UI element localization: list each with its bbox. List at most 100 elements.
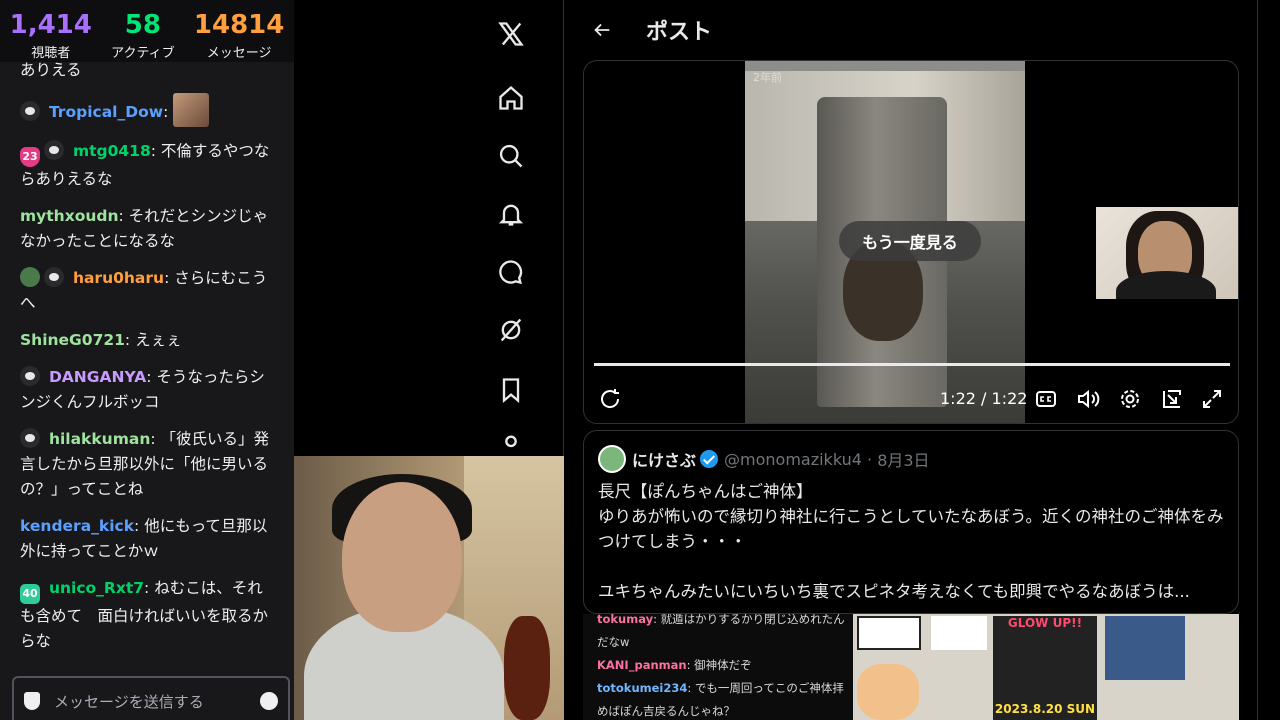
profile-icon[interactable] bbox=[497, 432, 525, 460]
page-title: ポスト bbox=[646, 20, 713, 45]
video-time: 1:22 / 1:22 bbox=[940, 389, 1028, 408]
quoted-post-text: 長尺【ぽんちゃんはご神体】 ゆりあが怖いので縁切り神社に行こうとしていたなあぼう… bbox=[598, 482, 1224, 601]
right-edge-bar bbox=[1259, 0, 1280, 720]
replay-icon[interactable] bbox=[598, 387, 622, 411]
video-controls: 1:22 / 1:22 bbox=[584, 379, 1238, 419]
poster-image bbox=[931, 616, 987, 650]
embedded-chat-line: KANI_panman: 御神体だぞ bbox=[597, 658, 752, 672]
chat-username[interactable]: haru0haru bbox=[73, 269, 164, 287]
fullscreen-icon[interactable] bbox=[1200, 387, 1224, 411]
chat-message: 40 unico_Rxt7: ねむこは、それも含めて 面白ければいいを取るからな bbox=[20, 579, 269, 650]
x-logo-icon[interactable] bbox=[497, 20, 525, 48]
panda-badge-icon bbox=[20, 366, 40, 386]
chat-message: Tropical_Dow: bbox=[20, 93, 276, 127]
chat-username[interactable]: mtg0418 bbox=[73, 142, 151, 160]
embedded-chat-line: tokumay: 就遁はかりするかり閉じ込めれたんだなw bbox=[597, 614, 845, 649]
back-arrow-icon[interactable] bbox=[582, 10, 622, 50]
chat-message: haru0haru: さらにむこうへ bbox=[20, 267, 268, 312]
home-icon[interactable] bbox=[497, 84, 525, 112]
wall-posters-image: GLOW UP!! 2023.8.20 SUN bbox=[853, 614, 1239, 720]
panda-badge-icon bbox=[20, 101, 40, 121]
streamer-face bbox=[342, 482, 462, 632]
embedded-chat-user: KANI_panman bbox=[597, 658, 687, 672]
stat-active: 58 アクティブ bbox=[111, 10, 175, 62]
embedded-chat-user: tokumay bbox=[597, 614, 654, 626]
illustration-image bbox=[857, 664, 919, 720]
chat-message: ShineG0721: えぇぇ bbox=[20, 331, 182, 349]
grok-icon[interactable] bbox=[497, 316, 525, 344]
emoji-icon[interactable] bbox=[260, 692, 278, 710]
video-progress-bar[interactable] bbox=[594, 363, 1230, 366]
panda-badge-icon bbox=[44, 140, 64, 160]
embedded-chat-user: totokumei234 bbox=[597, 681, 688, 695]
replay-button[interactable]: もう一度見る bbox=[839, 221, 981, 261]
embedded-chat-line: totokumei234: でも一周回ってこのご神体拝めばぽん吉戻るんじゃね？ bbox=[597, 681, 844, 718]
poster-title: GLOW UP!! bbox=[1007, 616, 1083, 630]
settings-gear-icon[interactable] bbox=[1118, 387, 1142, 411]
chat-message: 23 mtg0418: 不倫するやつならありえるな bbox=[20, 140, 270, 188]
chat-username[interactable]: kendera_kick bbox=[20, 517, 134, 535]
captions-icon[interactable] bbox=[1034, 387, 1058, 411]
picture-in-picture-icon[interactable] bbox=[1160, 387, 1184, 411]
chat-username[interactable]: DANGANYA bbox=[49, 368, 146, 386]
messages-count: 14814 bbox=[193, 10, 285, 40]
separator-dot: · bbox=[861, 449, 878, 469]
messages-icon[interactable] bbox=[497, 258, 525, 286]
chat-message: DANGANYA: そうなったらシンジくんフルボッコ bbox=[20, 366, 265, 411]
video-player[interactable]: 2年前 もう一度見る 1:22 / 1:22 bbox=[583, 60, 1239, 424]
ufo-badge-icon bbox=[20, 267, 40, 287]
chat-username[interactable]: mythxoudn bbox=[20, 207, 119, 225]
chat-username[interactable]: ShineG0721 bbox=[20, 331, 125, 349]
poster-image bbox=[857, 616, 921, 650]
notifications-bell-icon[interactable] bbox=[497, 200, 525, 228]
facecam-overlay bbox=[1096, 207, 1238, 299]
guitar-image bbox=[504, 616, 550, 720]
chat-input[interactable]: メッセージを送信する bbox=[12, 676, 290, 720]
poster-image bbox=[1105, 616, 1185, 680]
chat-message-text: ありえる bbox=[20, 61, 82, 79]
x-sidebar bbox=[430, 0, 564, 456]
quoted-post-media[interactable]: tokumay: 就遁はかりするかり閉じ込めれたんだなw KANI_panman… bbox=[583, 614, 1239, 720]
panda-badge-icon bbox=[20, 428, 40, 448]
post-header: ポスト bbox=[564, 0, 1258, 60]
bookmark-icon[interactable] bbox=[497, 376, 525, 404]
verified-badge-icon bbox=[700, 450, 719, 468]
embedded-chat-text: 御神体だぞ bbox=[694, 658, 752, 672]
avatar[interactable] bbox=[598, 445, 626, 473]
webcam-overlay bbox=[294, 456, 582, 720]
active-label: アクティブ bbox=[111, 46, 175, 61]
chat-username[interactable]: hilakkuman bbox=[49, 430, 150, 448]
active-count: 58 bbox=[124, 10, 161, 40]
chat-username[interactable]: Tropical_Dow bbox=[49, 103, 163, 121]
stat-messages: 14814 メッセージ bbox=[194, 10, 284, 62]
poster-date: 2023.8.20 SUN bbox=[994, 702, 1096, 716]
quoted-post-date[interactable]: 8月3日 bbox=[877, 447, 929, 471]
chat-message: hilakkuman: 「彼氏いる」発言したから旦那以外に「他に男いるの？」って… bbox=[20, 428, 270, 498]
stream-stats: 1,414 視聴者 58 アクティブ 14814 メッセージ bbox=[0, 0, 294, 62]
chat-message: kendera_kick: 他にもって旦那以外に持ってことかｗ bbox=[20, 517, 268, 560]
chat-message-text: えぇぇ bbox=[135, 331, 182, 349]
chat-panel: 1,414 視聴者 58 アクティブ 14814 メッセージ ありえる Trop… bbox=[0, 0, 294, 720]
chat-messages: ありえる Tropical_Dow: 23 mtg0418: 不倫するやつならあ… bbox=[0, 61, 294, 666]
post-column: ポスト 2年前 もう一度見る 1:22 / 1:22 にけさぶ @monomaz… bbox=[564, 0, 1258, 720]
chat-username[interactable]: unico_Rxt7 bbox=[49, 579, 144, 597]
subscriber-badge-icon: 23 bbox=[20, 147, 40, 167]
quoted-post-header: にけさぶ @monomazikku4 · 8月3日 bbox=[598, 445, 1224, 473]
messages-label: メッセージ bbox=[206, 46, 272, 61]
volume-icon[interactable] bbox=[1076, 387, 1100, 411]
emote-icon bbox=[173, 93, 210, 127]
shield-icon[interactable] bbox=[24, 692, 40, 710]
quoted-post-handle[interactable]: @monomazikku4 bbox=[724, 450, 862, 469]
video-timestamp-label: 2年前 bbox=[753, 71, 782, 84]
viewers-count: 1,414 bbox=[9, 10, 92, 40]
stat-viewers: 1,414 視聴者 bbox=[10, 10, 92, 62]
embedded-chat-lines: tokumay: 就遁はかりするかり閉じ込めれたんだなw KANI_panman… bbox=[597, 614, 847, 720]
viewers-label: 視聴者 bbox=[31, 46, 71, 61]
subscriber-badge-icon: 40 bbox=[20, 584, 40, 604]
search-icon[interactable] bbox=[497, 142, 525, 170]
event-poster: GLOW UP!! 2023.8.20 SUN bbox=[993, 616, 1097, 720]
quoted-post[interactable]: にけさぶ @monomazikku4 · 8月3日 長尺【ぽんちゃんはご神体】 … bbox=[583, 430, 1239, 614]
quoted-post-author[interactable]: にけさぶ bbox=[632, 447, 696, 471]
chat-input-placeholder: メッセージを送信する bbox=[54, 692, 204, 711]
chat-message: mythxoudn: それだとシンジじゃなかったことになるな bbox=[20, 207, 269, 250]
